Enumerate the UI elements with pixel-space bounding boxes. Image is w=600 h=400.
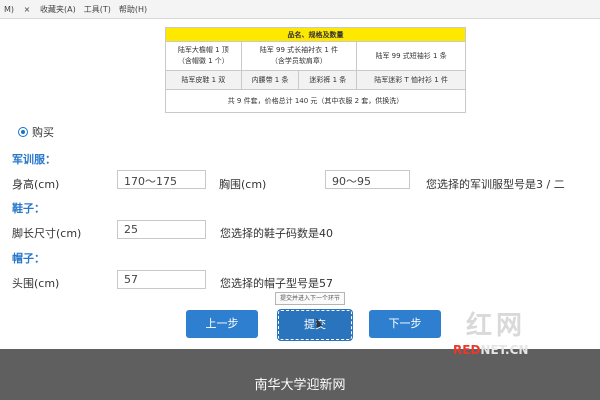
footer-caption: 南华大学迎新网 [254, 378, 346, 393]
spec-cell-camo-tshirt: 陆军迷彩 T 恤衬衫 1 件 [356, 70, 466, 90]
menu-item-tools[interactable]: 工具(T) [80, 4, 115, 15]
spec-cell-shirt: 陆军 99 式长袖衬衣 1 件 （含学员软肩章） [240, 41, 358, 71]
spec-cell-line: （含学员软肩章） [270, 57, 327, 65]
spec-cell-line: 陆军 99 式短袖衫 1 条 [375, 51, 447, 60]
hat-result: 您选择的帽子型号是57 [220, 277, 333, 290]
purchase-label: 购买 [32, 126, 54, 139]
spec-cell-hat: 陆军大檐帽 1 顶 （含帽徽 1 个） [165, 41, 242, 71]
purchase-radio[interactable] [18, 127, 28, 137]
close-icon[interactable]: × [18, 5, 36, 14]
watermark-domain-red: RED [453, 343, 481, 357]
spec-cell-line: 陆军大檐帽 1 顶 [177, 46, 229, 54]
prev-button[interactable]: 上一步 [186, 310, 258, 338]
head-size-label: 头围(cm) [12, 277, 60, 290]
height-input[interactable]: 170～175 [117, 170, 206, 189]
spec-cell-shoes: 陆军皮鞋 1 双 [165, 70, 242, 90]
uniform-result: 您选择的军训服型号是3 / 二 [426, 178, 565, 191]
chest-input[interactable]: 90～95 [325, 170, 410, 189]
next-button[interactable]: 下一步 [369, 310, 441, 338]
menu-item-favorites[interactable]: 收藏夹(A) [36, 4, 80, 15]
foot-length-input[interactable]: 25 [117, 220, 206, 239]
uniform-heading: 军训服： [12, 153, 56, 166]
shoes-result: 您选择的鞋子码数是40 [220, 227, 333, 240]
foot-length-label: 脚长尺寸(cm) [12, 227, 82, 240]
spec-cell-tshirt: 陆军 99 式短袖衫 1 条 [356, 41, 466, 71]
menu-item-partial[interactable]: M) [0, 5, 18, 14]
spec-cell-line: （含帽徽 1 个） [177, 57, 229, 65]
rednet-watermark: 红网 REDNET.CN [448, 305, 568, 365]
height-label: 身高(cm) [12, 178, 60, 191]
spec-cell-belt: 内腰带 1 条 [240, 70, 300, 90]
watermark-domain-rest: NET.CN [480, 343, 529, 357]
head-size-input[interactable]: 57 [117, 270, 206, 289]
hat-heading: 帽子： [12, 252, 45, 265]
purchase-option[interactable]: 购买 [18, 124, 54, 140]
menu-item-help[interactable]: 帮助(H) [115, 4, 151, 15]
spec-cell-camo-pants: 迷彩裤 1 条 [298, 70, 358, 90]
shoes-heading: 鞋子： [12, 202, 45, 215]
watermark-logo: 红网 [466, 311, 527, 341]
spec-table-title: 品名、规格及数量 [165, 27, 466, 42]
spec-table: 品名、规格及数量 陆军大檐帽 1 顶 （含帽徽 1 个） 陆军 99 式长袖衬衣… [165, 27, 466, 113]
spec-cell-line: 陆军 99 式长袖衬衣 1 件 [259, 46, 339, 54]
menu-bar: M) × 收藏夹(A) 工具(T) 帮助(H) [0, 0, 600, 19]
chest-label: 胸围(cm) [219, 178, 267, 191]
page-content: 品名、规格及数量 陆军大檐帽 1 顶 （含帽徽 1 个） 陆军 99 式长袖衬衣… [0, 19, 600, 349]
watermark-domain: REDNET.CN [453, 343, 528, 357]
submit-tooltip: 提交并进入下一个环节 [275, 292, 346, 305]
spec-total: 共 9 件套，价格总计 140 元（其中衣服 2 套，供换洗） [165, 89, 466, 113]
